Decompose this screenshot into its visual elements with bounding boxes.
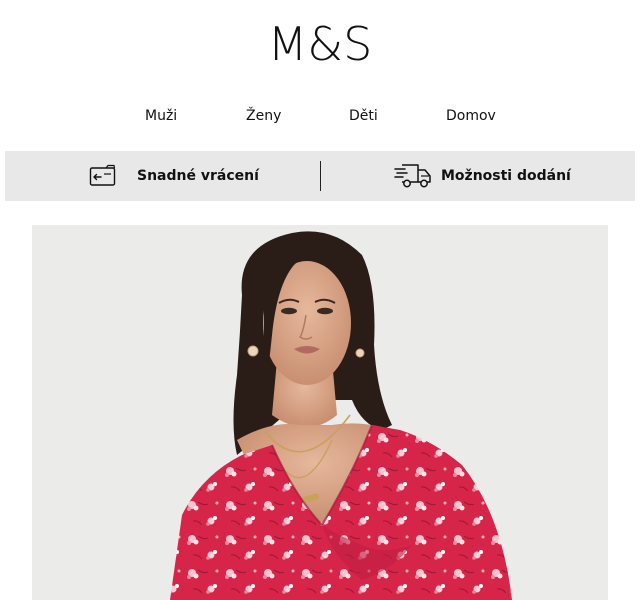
service-bar: Snadné vrácení Možnosti dodání [5, 151, 635, 201]
nav-item-kids[interactable]: Děti [349, 108, 378, 124]
delivery-options-label: Možnosti dodání [441, 168, 571, 184]
nav-item-home[interactable]: Domov [446, 108, 496, 124]
return-parcel-icon [89, 161, 129, 191]
hero-banner[interactable] [32, 225, 608, 600]
service-divider [320, 161, 321, 191]
easy-returns-label: Snadné vrácení [137, 168, 259, 184]
brand-logo[interactable]: M&S [0, 14, 640, 74]
hero-model-image [32, 225, 608, 600]
main-nav: Muži Ženy Děti Domov [0, 108, 640, 130]
delivery-options-link[interactable]: Možnosti dodání [393, 151, 571, 201]
delivery-truck-icon [393, 161, 433, 191]
nav-item-women[interactable]: Ženy [246, 108, 281, 124]
email-page: M&S Muži Ženy Děti Domov Snadné vrácení [0, 0, 640, 600]
easy-returns-link[interactable]: Snadné vrácení [89, 151, 259, 201]
nav-item-men[interactable]: Muži [145, 108, 177, 124]
